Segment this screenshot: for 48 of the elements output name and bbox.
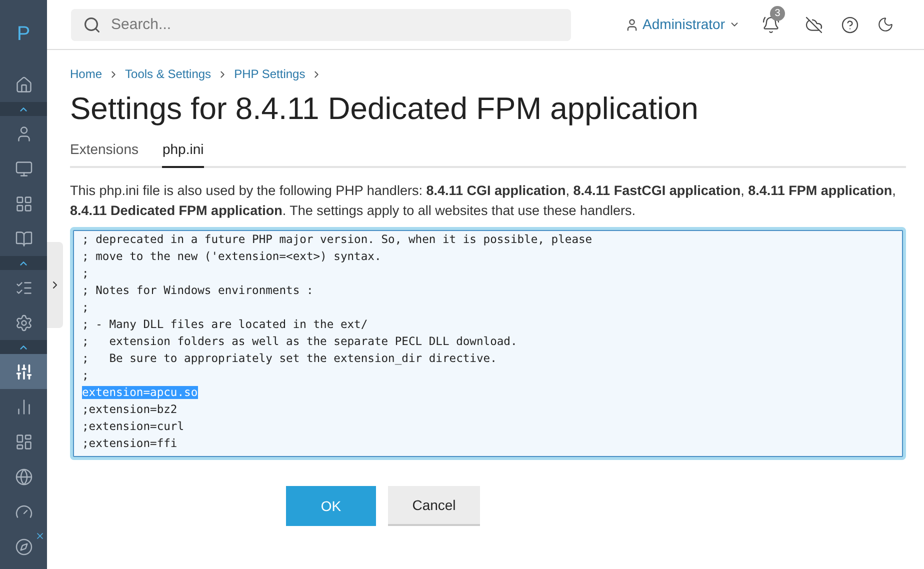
home-icon xyxy=(14,76,32,94)
compass-icon xyxy=(14,538,32,556)
sidebar-item[interactable] xyxy=(0,354,47,389)
sidebar-expand-handle[interactable] xyxy=(47,242,63,328)
search-icon xyxy=(83,16,101,34)
code-line: ; xyxy=(82,301,89,314)
code-line: ; Notes for Windows environments : xyxy=(82,284,314,297)
cloud-icon[interactable] xyxy=(805,16,823,34)
section-toggle[interactable] xyxy=(0,340,47,354)
code-line: ;extension=bz2 xyxy=(82,403,178,416)
layout-icon xyxy=(14,432,32,450)
globe-icon xyxy=(14,468,32,486)
monitor-icon xyxy=(14,160,32,178)
tab[interactable]: Extensions xyxy=(70,139,138,168)
code-editor[interactable] xyxy=(70,227,906,460)
page-title: Settings for 8.4.11 Dedicated FPM application xyxy=(70,90,700,128)
search-field[interactable]: Search... xyxy=(71,8,571,40)
code-line: ;extension=curl xyxy=(82,420,184,433)
code-line: ; Be sure to appropriately set the extension_dir directive. xyxy=(82,352,497,365)
help-icon[interactable] xyxy=(841,16,859,34)
code-line: ; move to the new ('extension=<ext>) syntax. xyxy=(82,250,382,263)
user-menu[interactable]: Administrator xyxy=(624,14,740,35)
code-line: ;extension=ffi xyxy=(82,437,178,450)
sliders-icon xyxy=(14,362,32,380)
breadcrumb-link[interactable]: Tools & Settings xyxy=(125,65,212,83)
code-line: ; xyxy=(82,369,89,382)
moon-icon[interactable] xyxy=(877,16,894,33)
breadcrumb-link[interactable]: PHP Settings xyxy=(234,65,306,83)
notification-badge: 3 xyxy=(770,6,785,20)
user-icon xyxy=(624,18,639,32)
code-line: ; xyxy=(82,267,89,280)
description: This php.ini file is also used by the following PHP handlers: 8.4.11 CGI application, 8.4.11 FastCGI application, 8.4.11 FPM application, 8.4.11 Dedicated FPM application. The settings apply to all websites that use these handlers. xyxy=(70,182,897,220)
gear-icon xyxy=(14,314,32,332)
tab[interactable]: php.ini xyxy=(162,139,204,168)
book-icon xyxy=(14,230,32,248)
cancel-button[interactable]: Cancel xyxy=(388,486,480,526)
gauge-icon xyxy=(14,502,32,520)
code-line: ; - Many DLL files are located in the ext/ xyxy=(82,318,368,331)
code-line: ; extension folders as well as the separate PECL DLL download. xyxy=(82,335,518,348)
close-icon[interactable] xyxy=(35,531,45,541)
notifications-button[interactable]: 3 xyxy=(762,6,785,34)
breadcrumb-link[interactable]: Home xyxy=(70,65,102,83)
section-toggle[interactable] xyxy=(0,102,47,116)
section-toggle[interactable] xyxy=(0,256,47,270)
ok-button[interactable]: OK xyxy=(286,486,376,526)
grid-icon xyxy=(14,194,32,212)
code-line: ; deprecated in a future PHP major version. So, when it is possible, please xyxy=(82,233,592,246)
logo[interactable]: P xyxy=(16,18,30,48)
